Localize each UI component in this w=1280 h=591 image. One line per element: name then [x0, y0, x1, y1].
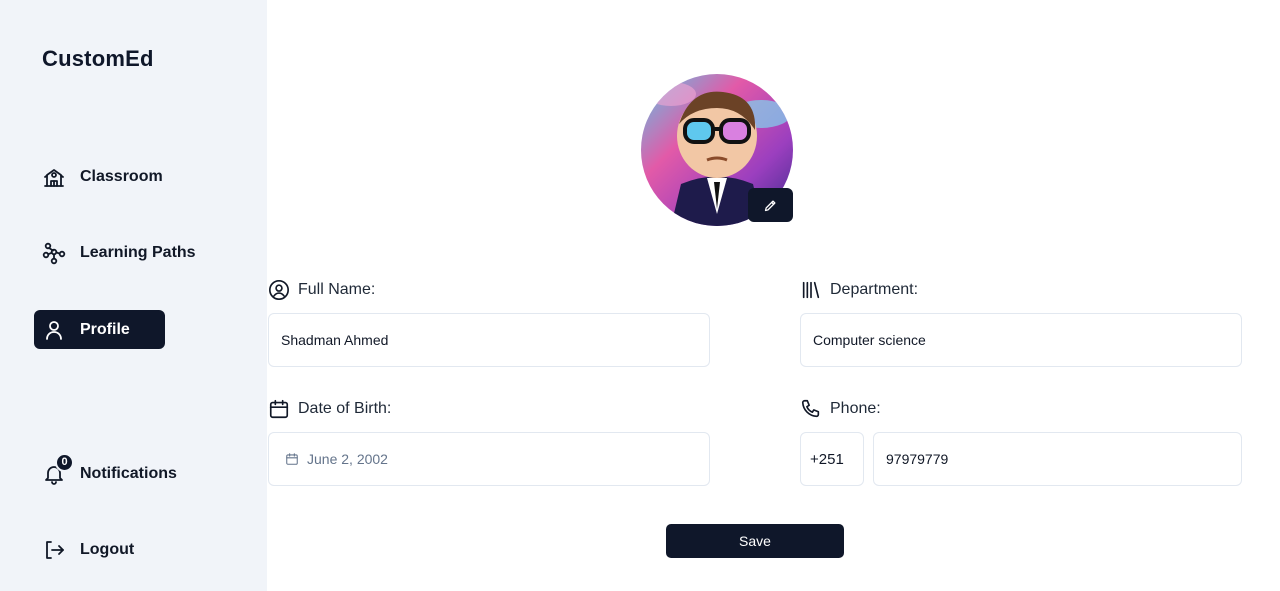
school-icon [42, 165, 66, 189]
calendar-small-icon [285, 452, 307, 466]
profile-avatar-container [641, 74, 793, 226]
sidebar-item-label: Notifications [80, 464, 177, 482]
sidebar-item-label: Profile [80, 320, 130, 338]
department-label: Department: [800, 279, 918, 301]
dob-value: June 2, 2002 [307, 451, 388, 467]
full-name-input[interactable]: Shadman Ahmed [268, 313, 710, 367]
user-icon [42, 318, 66, 342]
phone-input[interactable]: 97979779 [873, 432, 1242, 486]
library-icon [800, 279, 830, 301]
phone-icon [800, 398, 830, 420]
calendar-icon [268, 398, 298, 420]
dob-label-text: Date of Birth: [298, 400, 392, 417]
department-input[interactable]: Computer science [800, 313, 1242, 367]
department-label-text: Department: [830, 281, 919, 298]
sidebar-item-label: Logout [80, 540, 135, 558]
sidebar-item-label: Classroom [80, 167, 163, 185]
user-circle-icon [268, 279, 298, 301]
sidebar-item-classroom[interactable]: Classroom [34, 157, 177, 196]
pencil-icon [763, 198, 778, 213]
full-name-label: Full Name: [268, 279, 375, 301]
brand-logo-text: CustomEd [42, 46, 154, 71]
sidebar-item-label: Learning Paths [80, 243, 196, 261]
dob-input[interactable]: June 2, 2002 [268, 432, 710, 486]
country-code-input[interactable]: +251 [800, 432, 864, 486]
sidebar: CustomEd Classroom Learning Paths Profil… [0, 0, 267, 591]
sidebar-item-logout[interactable]: Logout [34, 530, 148, 569]
bell-icon: 0 [42, 452, 74, 486]
phone-label-text: Phone: [830, 400, 881, 417]
save-button[interactable]: Save [666, 524, 844, 558]
sidebar-item-profile[interactable]: Profile [34, 310, 165, 349]
sidebar-item-notifications[interactable]: 0 Notifications [34, 452, 191, 493]
logout-icon [42, 538, 66, 562]
notification-count-badge: 0 [55, 452, 74, 472]
dob-label: Date of Birth: [268, 398, 391, 420]
full-name-label-text: Full Name: [298, 281, 376, 298]
sidebar-item-learning-paths[interactable]: Learning Paths [34, 233, 210, 272]
edit-avatar-button[interactable] [748, 188, 793, 222]
phone-label: Phone: [800, 398, 881, 420]
path-icon [42, 241, 66, 265]
